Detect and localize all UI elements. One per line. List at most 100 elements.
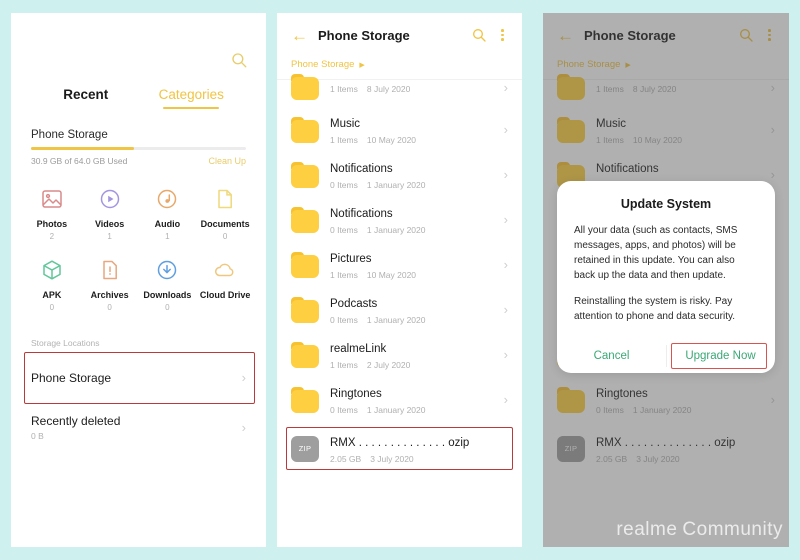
file-row[interactable]: Music 1 Items 10 May 2020 › [277, 107, 522, 152]
category-apk[interactable]: APK 0 [23, 255, 81, 312]
cloud-drive-icon [196, 255, 254, 285]
clean-up-button[interactable]: Clean Up [208, 156, 246, 166]
storage-locations-label: Storage Locations [31, 337, 100, 348]
file-row-ozip[interactable]: ZIP RMX . . . . . . . . . . . . . . ozip… [543, 426, 789, 471]
file-date: 10 May 2020 [366, 270, 417, 280]
search-icon[interactable] [471, 27, 487, 43]
file-sub: 0 Items 1 January 2020 [330, 405, 493, 415]
folder-icon [291, 161, 319, 188]
file-row[interactable]: realmeLink 1 Items 2 July 2020 › [277, 332, 522, 377]
category-label: APK [42, 289, 62, 300]
category-grid: Photos 2 Videos 1 Audio 1 Documents 0 AP… [23, 184, 254, 312]
category-videos[interactable]: Videos 1 [81, 184, 139, 241]
file-sub: 1 Items 8 July 2020 [596, 84, 760, 94]
category-downloads[interactable]: Downloads 0 [139, 255, 197, 312]
tab-categories[interactable]: Categories [139, 87, 245, 109]
chevron-right-icon: › [770, 79, 775, 95]
page-title: Phone Storage [584, 27, 676, 43]
file-meta: Ringtones 0 Items 1 January 2020 [330, 384, 493, 415]
cancel-button[interactable]: Cancel [557, 350, 666, 362]
file-item-count: 0 Items [596, 405, 624, 415]
file-meta: Notifications 0 Items 1 January 2020 [330, 159, 493, 190]
category-cloud-drive[interactable]: Cloud Drive [196, 255, 254, 312]
chevron-right-icon: › [503, 257, 508, 272]
downloads-icon [139, 255, 197, 285]
file-date: 1 January 2020 [366, 225, 426, 235]
file-row[interactable]: 1 Items 8 July 2020 › [543, 67, 789, 107]
file-row[interactable]: Music 1 Items 10 May 2020 › [543, 107, 789, 152]
upgrade-now-button[interactable]: Upgrade Now [666, 350, 775, 362]
chevron-right-icon: › [503, 212, 508, 227]
file-name: RMX . . . . . . . . . . . . . . ozip [330, 437, 470, 449]
file-sub: 0 Items 1 January 2020 [330, 225, 493, 235]
folder-icon [291, 251, 319, 278]
watermark: realme Community [616, 519, 783, 541]
file-name: Ringtones [596, 388, 648, 400]
file-meta: RMX . . . . . . . . . . . . . . ozip 2.0… [330, 433, 508, 464]
category-count: 1 [107, 231, 112, 241]
file-row[interactable]: Notifications 0 Items 1 January 2020 › [277, 152, 522, 197]
folder-icon [291, 74, 319, 100]
documents-icon [196, 184, 254, 214]
file-sub: 2.05 GB 3 July 2020 [596, 454, 775, 464]
archives-icon [81, 255, 139, 285]
storage-location-recently-deleted[interactable]: Recently deleted 0 B › [11, 404, 266, 451]
file-date: 2 July 2020 [366, 360, 411, 370]
file-row[interactable]: Ringtones 0 Items 1 January 2020 › [543, 377, 789, 422]
file-row-ozip[interactable]: ZIP RMX . . . . . . . . . . . . . . ozip… [277, 426, 522, 471]
dialog-title: Update System [620, 197, 712, 211]
file-row[interactable]: 1 Items 8 July 2020 › [277, 67, 522, 107]
file-meta: Ringtones 0 Items 1 January 2020 [596, 384, 760, 415]
chevron-right-icon: › [503, 392, 508, 407]
file-item-count: 1 Items [330, 270, 358, 280]
file-name: RMX . . . . . . . . . . . . . . ozip [596, 437, 736, 449]
back-arrow-icon[interactable]: ← [291, 27, 308, 44]
search-icon[interactable] [230, 51, 248, 69]
file-sub: 1 Items 8 July 2020 [330, 84, 493, 94]
back-arrow-icon[interactable]: ← [557, 27, 574, 44]
storage-locations-list: Phone Storage › Recently deleted 0 B › [11, 351, 266, 451]
chevron-right-icon: › [770, 392, 775, 407]
kebab-menu-icon[interactable] [764, 29, 775, 41]
file-browser-header: ← Phone Storage [277, 13, 522, 57]
category-photos[interactable]: Photos 2 [23, 184, 81, 241]
file-row[interactable]: Ringtones 0 Items 1 January 2020 › [277, 377, 522, 422]
kebab-menu-icon[interactable] [497, 29, 508, 41]
category-count: 0 [222, 231, 228, 241]
file-sub: 1 Items 10 May 2020 [330, 135, 493, 145]
category-label: Videos [94, 218, 125, 229]
tab-recent[interactable]: Recent [33, 87, 139, 109]
file-row[interactable]: Podcasts 0 Items 1 January 2020 › [277, 287, 522, 332]
chevron-right-icon: › [241, 419, 246, 435]
panel-phone-storage-browser: ← Phone Storage Phone Storage ▶ 1 Items [277, 13, 522, 547]
file-name: Podcasts [330, 298, 378, 310]
category-documents[interactable]: Documents 0 [196, 184, 254, 241]
storage-location-phone-storage[interactable]: Phone Storage › [11, 361, 266, 395]
dialog-body: All your data (such as contacts, SMS mes… [557, 223, 775, 324]
storage-usage-bar [31, 147, 246, 150]
file-row[interactable]: Pictures 1 Items 10 May 2020 › [277, 242, 522, 287]
category-archives[interactable]: Archives 0 [81, 255, 139, 312]
file-name: Ringtones [330, 388, 382, 400]
file-browser-header: ← Phone Storage [543, 13, 789, 57]
file-date: 1 January 2020 [366, 405, 426, 415]
chevron-right-icon: › [503, 347, 508, 362]
file-row[interactable]: Notifications 0 Items 1 January 2020 › [277, 197, 522, 242]
file-meta: 1 Items 8 July 2020 [596, 81, 760, 94]
file-sub: 2.05 GB 3 July 2020 [330, 454, 508, 464]
storage-usage-row: 30.9 GB of 64.0 GB Used Clean Up [31, 156, 246, 166]
category-label: Audio [154, 218, 181, 229]
search-icon[interactable] [738, 27, 754, 43]
folder-icon [557, 74, 585, 100]
file-name: realmeLink [330, 343, 387, 355]
dialog-paragraph-2: Reinstalling the system is risky. Pay at… [574, 296, 736, 322]
category-audio[interactable]: Audio 1 [139, 184, 197, 241]
category-count: 2 [49, 231, 55, 241]
category-label: Downloads [143, 289, 192, 300]
file-item-count: 0 Items [330, 225, 358, 235]
storage-used-text: 30.9 GB of 64.0 GB Used [31, 155, 128, 166]
audio-icon [139, 184, 197, 214]
file-sub: 0 Items 1 January 2020 [330, 315, 493, 325]
folder-icon [291, 116, 319, 143]
watermark-brand: realme [616, 519, 678, 540]
